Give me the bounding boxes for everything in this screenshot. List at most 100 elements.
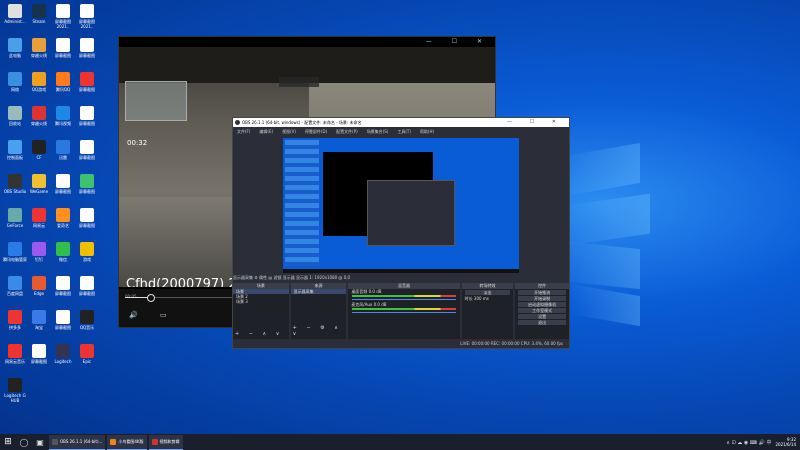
- obs-window-buttons[interactable]: — ☐ ✕: [507, 119, 564, 125]
- desktop-icon[interactable]: 爱奇艺: [50, 208, 76, 242]
- taskbar-app[interactable]: 小鸟看图4K版: [107, 434, 147, 450]
- desktop-icon-label: 屏幕截图: [79, 189, 95, 194]
- desktop-icon[interactable]: OBS Studio: [2, 174, 28, 208]
- desktop-icon[interactable]: 网易云: [26, 208, 52, 242]
- desktop-icon-label: 屏幕截图: [55, 291, 71, 296]
- desktop-icon[interactable]: 屏幕截图 2021..: [50, 4, 76, 38]
- desktop-icon-label: Steam: [32, 19, 46, 24]
- wallpaper-beam: [570, 283, 640, 327]
- menu-item[interactable]: 编辑(E): [259, 129, 273, 135]
- desktop-icon[interactable]: 屏幕截图: [50, 174, 76, 208]
- taskbar-app[interactable]: 视频和剪辑: [148, 434, 183, 450]
- desktop-icon[interactable]: 屏幕截图: [74, 38, 100, 72]
- desktop-icon[interactable]: 屏幕截图: [50, 38, 76, 72]
- desktop-icon[interactable]: 穿越火线: [26, 38, 52, 72]
- taskbar-app[interactable]: OBS 26.1.1 (64-bit)...: [49, 434, 106, 450]
- source-toolbar[interactable]: 显示器采集 ⚙ 属性 ▤ 滤镜 显示器 显示器 1: 1920x1080 @ 0…: [233, 275, 569, 282]
- desktop-icon[interactable]: 屏幕截图: [26, 344, 52, 378]
- volume-icon[interactable]: 🔊 ▭: [129, 311, 177, 319]
- volume-fader[interactable]: [352, 299, 456, 300]
- desktop-icon[interactable]: 百度网盘: [2, 276, 28, 310]
- control-button[interactable]: 开始推流: [518, 290, 566, 295]
- desktop-icon[interactable]: 屏幕截图: [74, 276, 100, 310]
- transition-duration[interactable]: 时长 300 ms: [462, 296, 514, 301]
- start-button[interactable]: ⊞: [0, 434, 16, 450]
- desktop-icon[interactable]: Logitech: [50, 344, 76, 378]
- task-view-icon[interactable]: ▣: [34, 436, 46, 448]
- control-button[interactable]: 退出: [518, 320, 566, 325]
- menu-item[interactable]: 场景集合(S): [367, 129, 389, 135]
- menu-item[interactable]: 配置文件(P): [336, 129, 358, 135]
- app-icon: [56, 174, 70, 188]
- sources-footer-buttons[interactable]: + − ⚙ ∧ ∨: [293, 325, 347, 337]
- control-button[interactable]: 工作室模式: [518, 308, 566, 313]
- desktop-icon-label: 微信: [59, 257, 67, 262]
- desktop-icon[interactable]: Epic: [74, 344, 100, 378]
- volume-fader[interactable]: [352, 312, 456, 313]
- desktop-icon[interactable]: QQ音乐: [74, 310, 100, 344]
- scenes-dock: 场景 场景 场景 2 场景 3 + − ∧ ∨: [233, 283, 289, 339]
- menu-item[interactable]: 视图(V): [282, 129, 296, 135]
- desktop-icon[interactable]: 网络: [2, 72, 28, 106]
- source-item[interactable]: 显示器采集: [290, 289, 347, 294]
- obs-preview[interactable]: [283, 138, 519, 273]
- desktop-icon[interactable]: 控制面板: [2, 140, 28, 174]
- desktop-icon[interactable]: 屏幕截图: [50, 276, 76, 310]
- obs-window[interactable]: OBS 26.1.1 (64-bit, windows) - 配置文件: 未命名…: [232, 117, 570, 349]
- desktop-icon[interactable]: 腾讯视频: [50, 106, 76, 140]
- menu-item[interactable]: 停靠部件(D): [305, 129, 327, 135]
- desktop-icon-label: 百度网盘: [7, 291, 23, 296]
- desktop-icon[interactable]: 微信: [50, 242, 76, 276]
- desktop-icon[interactable]: 屏幕截图: [74, 106, 100, 140]
- seek-knob[interactable]: [147, 294, 156, 302]
- menu-item[interactable]: 工具(T): [397, 129, 411, 135]
- clock[interactable]: 9:32 2021/6/14: [775, 437, 796, 447]
- desktop-icon-label: 腾讯电脑管家: [3, 257, 27, 262]
- desktop-icon[interactable]: 网易云音乐: [2, 344, 28, 378]
- desktop-icon[interactable]: 腾讯QQ: [50, 72, 76, 106]
- desktop-icon[interactable]: 游戏: [74, 242, 100, 276]
- app-icon: [80, 242, 94, 256]
- desktop-icon[interactable]: 屏幕截图 2021..: [74, 4, 100, 38]
- scenes-footer-buttons[interactable]: + − ∧ ∨: [235, 331, 283, 337]
- player-titlebar[interactable]: — ☐ ✕: [119, 37, 495, 47]
- mixer-channel-label: 麦克风/Aux 0.0 dB: [351, 302, 387, 307]
- desktop-icon[interactable]: 此电脑: [2, 38, 28, 72]
- desktop-icon[interactable]: QQ游戏: [26, 72, 52, 106]
- scene-item[interactable]: 场景 3: [233, 299, 289, 304]
- menu-item[interactable]: 文件(F): [237, 129, 250, 135]
- desktop-icon-label: 迅雷: [59, 155, 67, 160]
- desktop-icon[interactable]: Edge: [26, 276, 52, 310]
- desktop-icon[interactable]: 拼多多: [2, 310, 28, 344]
- desktop-icon[interactable]: 腾讯电脑管家: [2, 242, 28, 276]
- desktop-icon[interactable]: 屏幕截图: [74, 72, 100, 106]
- control-button[interactable]: 开始录制: [518, 296, 566, 301]
- transition-select[interactable]: 淡出: [464, 290, 511, 295]
- desktop-icon[interactable]: 屏幕截图: [74, 174, 100, 208]
- control-button[interactable]: 设置: [518, 314, 566, 319]
- desktop-icon[interactable]: Steam: [26, 4, 52, 38]
- desktop-icon[interactable]: 屏幕截图: [74, 140, 100, 174]
- preview-desktop-icons: [285, 140, 319, 266]
- desktop-icon[interactable]: 穿越火线: [26, 106, 52, 140]
- desktop-icon[interactable]: CF: [26, 140, 52, 174]
- desktop-icon[interactable]: 屏幕截图: [50, 310, 76, 344]
- desktop-icon[interactable]: Administ...: [2, 4, 28, 38]
- player-window-buttons[interactable]: — ☐ ✕: [426, 38, 491, 45]
- desktop-icon[interactable]: 迅雷: [50, 140, 76, 174]
- menu-item[interactable]: 帮助(H): [420, 129, 434, 135]
- tray-icons[interactable]: ∧ ⊡ ☁ ◉ ⌨ 🔊 中: [726, 439, 771, 446]
- mixer-channel-label: 桌面音频 0.0 dB: [351, 289, 382, 294]
- desktop-icon-label: OBS Studio: [3, 189, 27, 194]
- desktop-icon[interactable]: WeGame: [26, 174, 52, 208]
- desktop-icon[interactable]: 钉钉: [26, 242, 52, 276]
- desktop-icon[interactable]: 屏幕截图: [74, 208, 100, 242]
- control-button[interactable]: 启动虚拟摄像机: [518, 302, 566, 307]
- app-icon: [8, 4, 22, 18]
- desktop-icon[interactable]: GeForce: [2, 208, 28, 242]
- desktop-icon[interactable]: 淘宝: [26, 310, 52, 344]
- desktop-icon[interactable]: 回收站: [2, 106, 28, 140]
- desktop-icon[interactable]: Logitech G HUB: [2, 378, 28, 412]
- obs-titlebar[interactable]: OBS 26.1.1 (64-bit, windows) - 配置文件: 未命名…: [233, 118, 569, 127]
- search-icon[interactable]: ◯: [18, 436, 30, 448]
